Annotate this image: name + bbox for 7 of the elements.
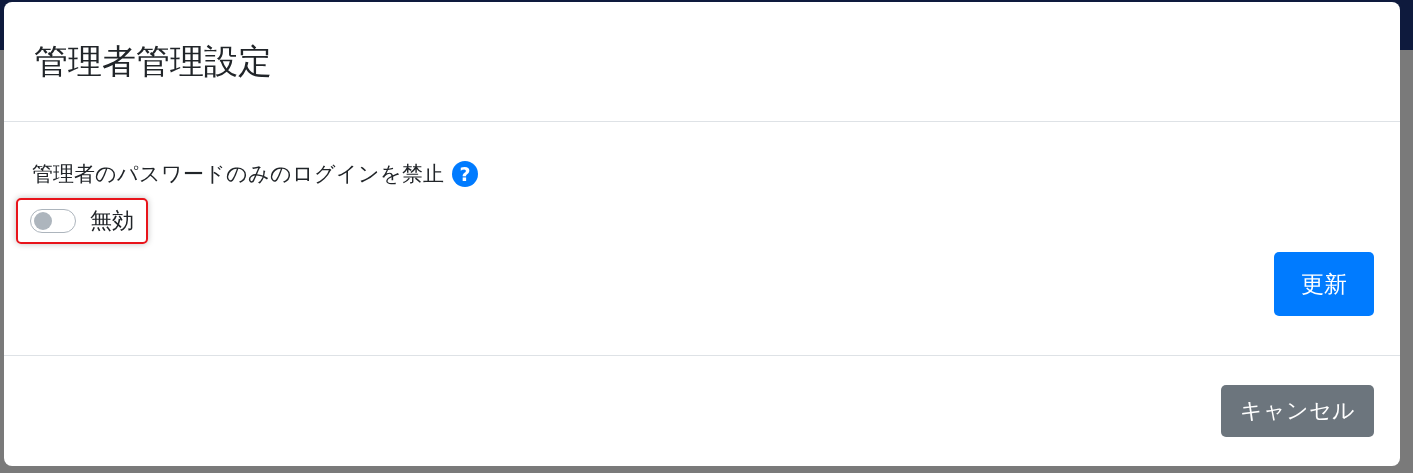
setting-label: 管理者のパスワードのみのログインを禁止 (32, 161, 444, 188)
toggle-switch[interactable] (30, 209, 76, 233)
toggle-label: 無効 (90, 207, 134, 235)
cancel-button[interactable]: キャンセル (1221, 385, 1374, 437)
update-button[interactable]: 更新 (1274, 252, 1374, 316)
dialog-title: 管理者管理設定 (34, 39, 272, 83)
help-icon[interactable]: ? (452, 161, 478, 187)
